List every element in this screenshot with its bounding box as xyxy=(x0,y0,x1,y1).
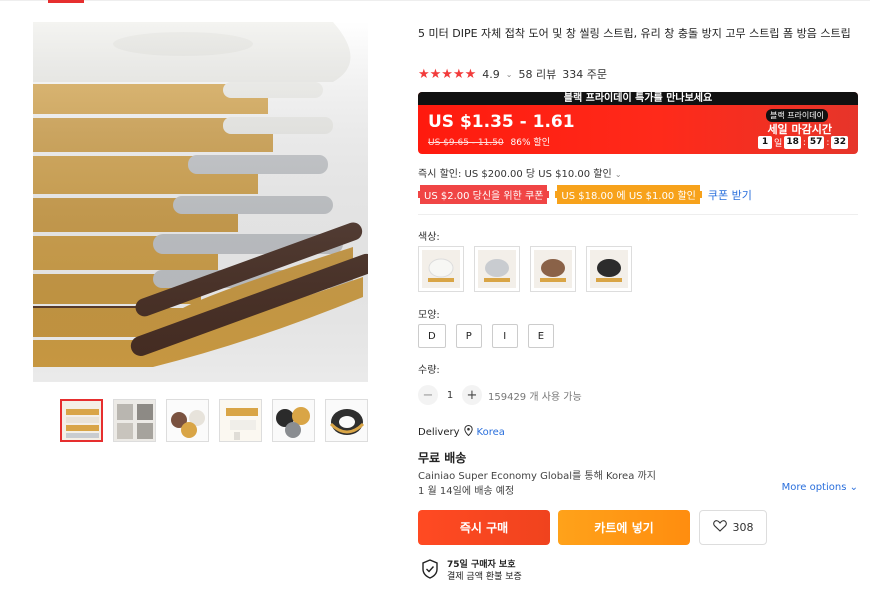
instant-discount[interactable]: 즉시 할인: US $200.00 당 US $10.00 할인 ⌄ xyxy=(418,165,622,180)
quantity-value[interactable]: 1 xyxy=(438,390,462,401)
more-options-label: More options xyxy=(781,482,847,493)
thumbnail-5[interactable] xyxy=(272,399,315,442)
original-price: US $9.65 - 11.50 xyxy=(428,138,504,148)
shape-option-p[interactable]: P xyxy=(455,324,482,348)
instant-discount-text: 즉시 할인: US $200.00 당 US $10.00 할인 xyxy=(418,169,612,180)
discount-percent: 86% 할인 xyxy=(510,138,550,148)
active-tab-indicator xyxy=(48,0,84,3)
shipping-carrier: Cainiao Super Economy Global를 통해 Korea 까… xyxy=(418,471,656,482)
chevron-down-icon: ⌄ xyxy=(849,482,858,493)
color-swatch-gray[interactable] xyxy=(474,246,520,292)
thumbnail-3[interactable] xyxy=(166,399,209,442)
product-title: 5 미터 DIPE 자체 접착 도어 및 창 씰링 스트립, 유리 창 충돌 방… xyxy=(418,27,851,40)
countdown-separator: : xyxy=(802,137,806,148)
shape-option-i[interactable]: I xyxy=(491,324,518,348)
section-divider xyxy=(418,214,858,215)
color-swatch-brown[interactable] xyxy=(530,246,576,292)
countdown-timer: 1 일 18 : 57 : 32 xyxy=(756,136,850,149)
countdown-days: 1 xyxy=(758,136,773,149)
countdown-days-unit: 일 xyxy=(774,139,783,149)
protection-title: 75일 구매자 보호 xyxy=(447,560,516,570)
quantity-stepper: − 1 + 159429 개 사용 가능 xyxy=(418,385,582,405)
buyer-protection: 75일 구매자 보호 결제 금액 환불 보증 xyxy=(421,559,522,583)
sealing-strip-roll-illustration xyxy=(33,22,368,382)
top-divider xyxy=(0,0,870,1)
location-pin-icon xyxy=(463,424,473,439)
promo-block: 블랙 프라이데이 특가를 만나보세요 US $1.35 - 1.61 US $9… xyxy=(418,92,858,154)
coupon-threshold[interactable]: US $18.00 에 US $1.00 할인 xyxy=(555,185,702,204)
chevron-down-icon: ⌄ xyxy=(614,170,622,179)
shape-options: D P I E xyxy=(418,324,555,348)
thumbnail-1[interactable] xyxy=(60,399,103,442)
chevron-down-icon[interactable]: ⌄ xyxy=(506,70,513,79)
coupon-row: US $2.00 당신을 위한 쿠폰 US $18.00 에 US $1.00 … xyxy=(418,185,752,204)
shape-label: 모양: xyxy=(418,310,440,321)
sale-price: US $1.35 - 1.61 xyxy=(428,112,575,132)
more-options-link[interactable]: More options ⌄ xyxy=(782,482,858,493)
countdown-seconds: 32 xyxy=(831,136,848,149)
delivery-label: Delivery xyxy=(418,426,460,438)
free-shipping-title: 무료 배송 xyxy=(418,451,467,465)
quantity-label: 수량: xyxy=(418,365,440,376)
wishlist-button[interactable]: 308 xyxy=(699,510,767,545)
quantity-increase-button[interactable]: + xyxy=(462,385,482,405)
color-swatch-white[interactable] xyxy=(418,246,464,292)
thumbnail-strip xyxy=(60,399,368,442)
shipping-eta: 1 월 14일에 배송 예정 xyxy=(418,486,515,497)
heart-icon xyxy=(712,520,727,535)
coupon-personal[interactable]: US $2.00 당신을 위한 쿠폰 xyxy=(418,185,550,204)
sale-ends-label: 세일 마감시간 xyxy=(767,123,832,136)
rating-value: 4.9 xyxy=(482,67,500,81)
order-count: 334 주문 xyxy=(562,68,607,81)
promo-banner[interactable]: 블랙 프라이데이 특가를 만나보세요 xyxy=(418,92,858,105)
delivery-location-link[interactable]: Korea xyxy=(477,427,505,438)
countdown-minutes: 57 xyxy=(807,136,825,149)
delivery-row: Delivery Korea xyxy=(418,424,505,439)
thumbnail-2[interactable] xyxy=(113,399,156,442)
quantity-decrease-button[interactable]: − xyxy=(418,385,438,405)
original-price-row: US $9.65 - 11.50 86% 할인 xyxy=(428,135,550,148)
color-swatches xyxy=(418,246,632,292)
thumbnail-4[interactable] xyxy=(219,399,262,442)
main-product-image[interactable] xyxy=(33,22,368,382)
color-label: 색상: xyxy=(418,232,440,243)
review-count[interactable]: 58 리뷰 xyxy=(518,66,556,82)
add-to-cart-button[interactable]: 카트에 넣기 xyxy=(558,510,690,545)
protection-subtitle: 결제 금액 환불 보증 xyxy=(447,572,522,582)
get-coupons-link[interactable]: 쿠폰 받기 xyxy=(708,187,752,203)
countdown-separator: : xyxy=(826,137,830,148)
buy-now-button[interactable]: 즉시 구매 xyxy=(418,510,550,545)
wishlist-count: 308 xyxy=(732,521,754,534)
thumbnail-6[interactable] xyxy=(325,399,368,442)
color-swatch-black[interactable] xyxy=(586,246,632,292)
rating-row: ★★★★★ 4.9 ⌄ 58 리뷰 334 주문 xyxy=(418,66,613,82)
shape-option-e[interactable]: E xyxy=(527,324,555,348)
shield-check-icon xyxy=(421,559,439,583)
star-rating-icon: ★★★★★ xyxy=(418,66,477,82)
shape-option-d[interactable]: D xyxy=(418,324,446,348)
countdown-hours: 18 xyxy=(784,136,801,149)
quantity-available: 159429 개 사용 가능 xyxy=(488,391,582,403)
